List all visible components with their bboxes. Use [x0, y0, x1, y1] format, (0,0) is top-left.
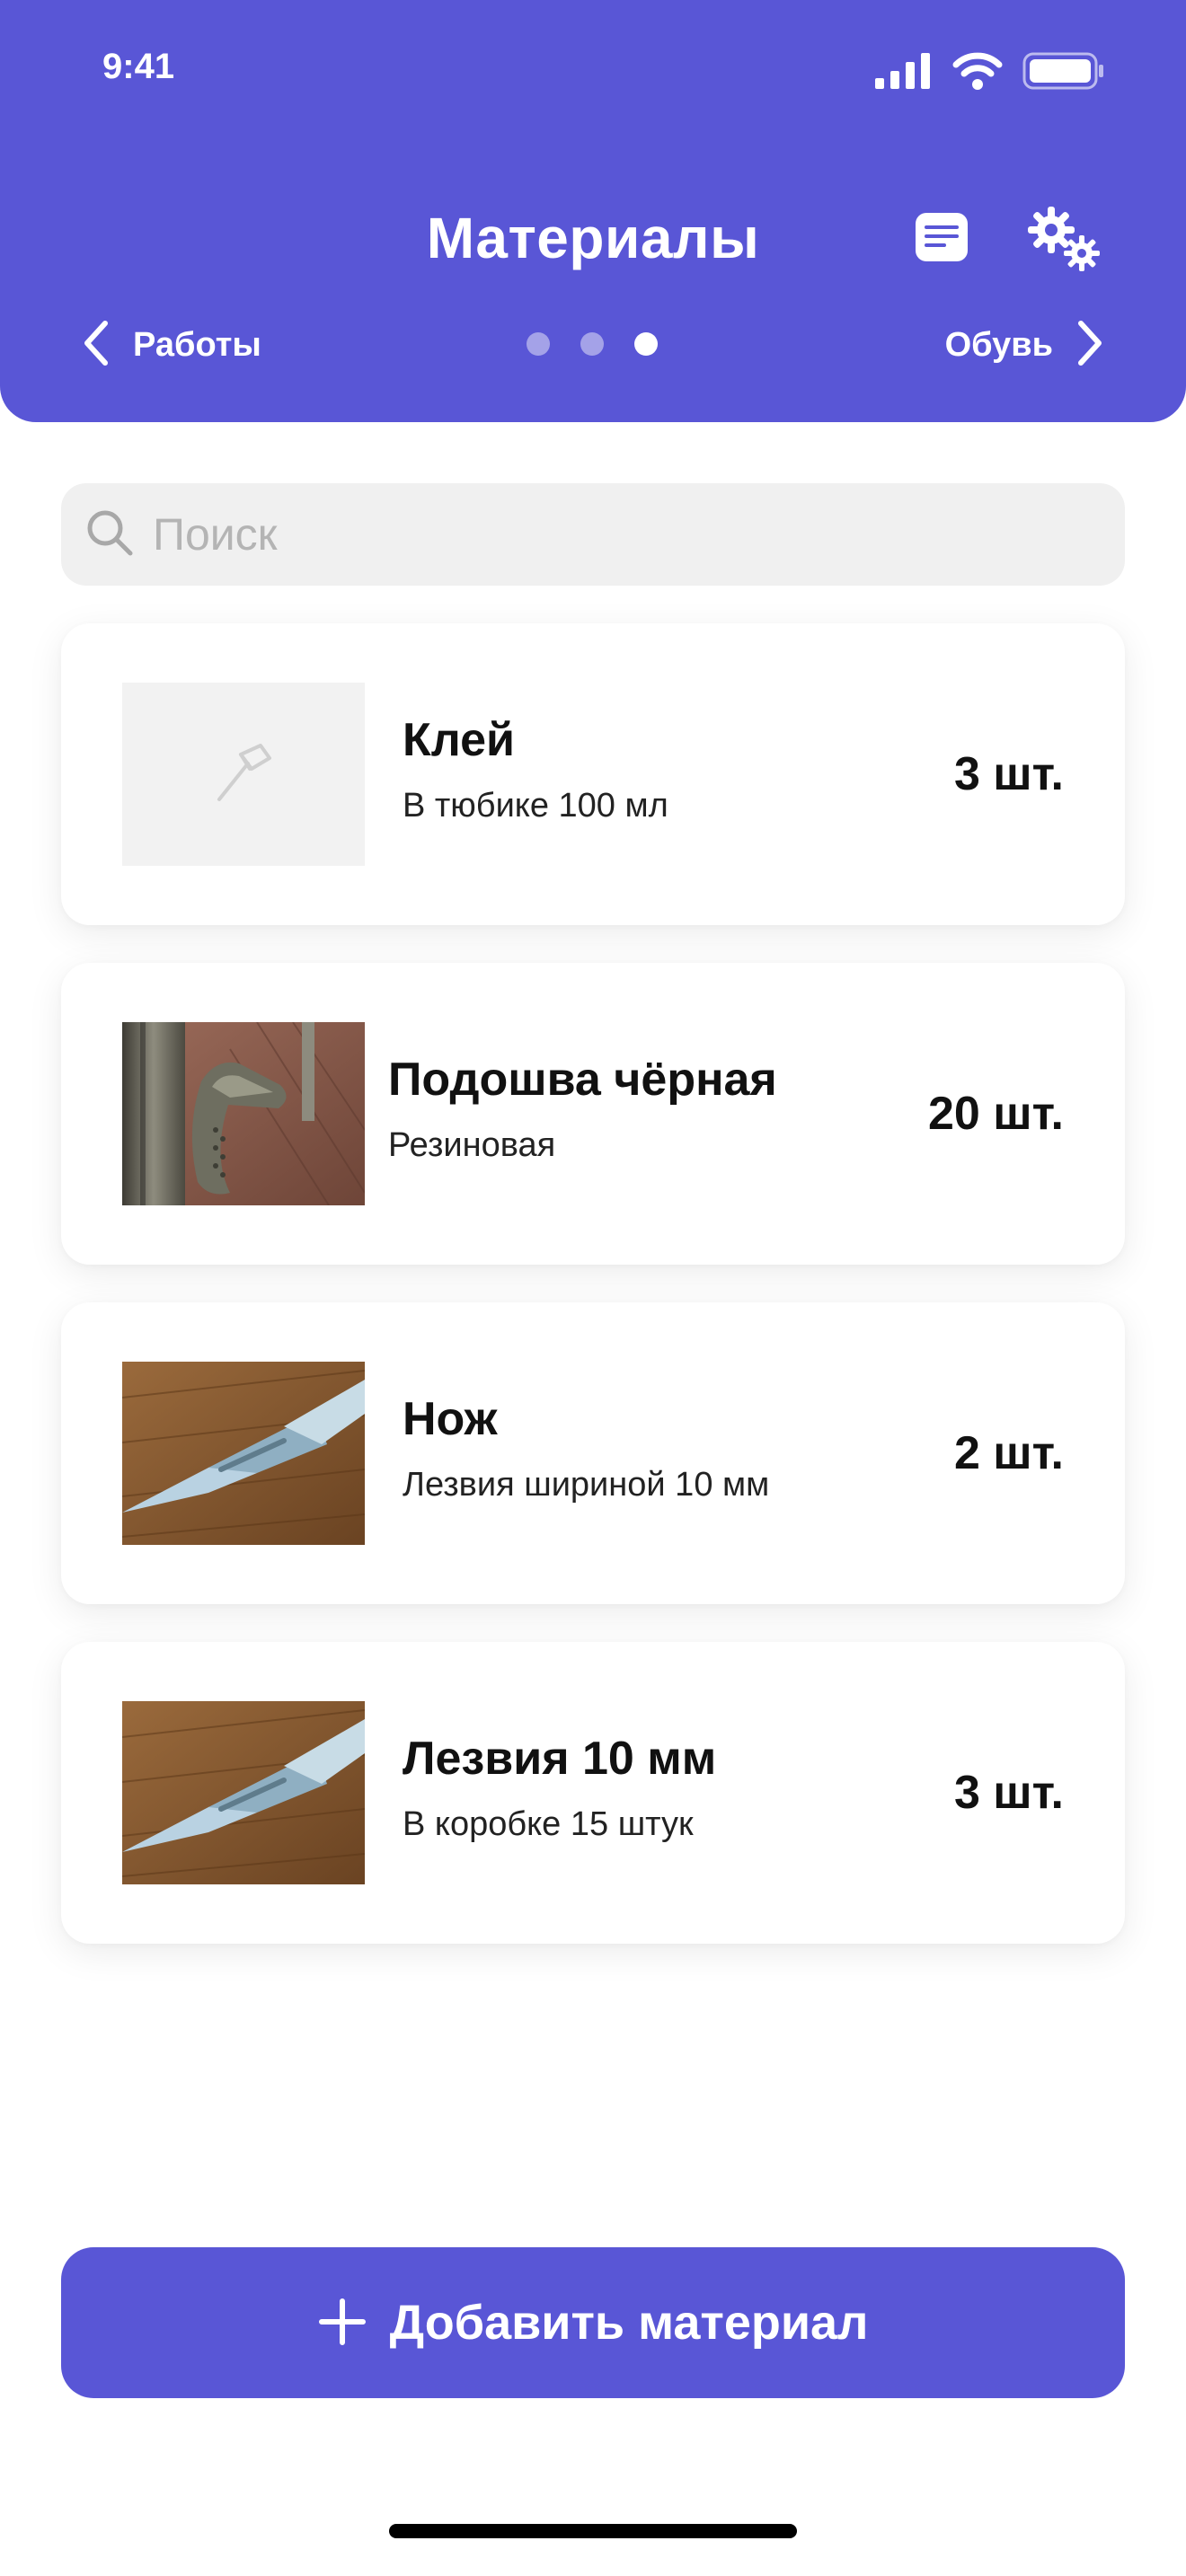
material-card[interactable]: Лезвия 10 мм В коробке 15 штук 3 шт.: [61, 1642, 1125, 1944]
nav-next-label: Обувь: [944, 326, 1053, 364]
wifi-icon: [952, 52, 1003, 94]
status-icons: [875, 52, 1105, 94]
material-subtitle: В тюбике 100 мл: [403, 787, 668, 825]
page-dot-active[interactable]: [634, 332, 658, 356]
add-material-label: Добавить материал: [389, 2296, 869, 2350]
signal-icon: [875, 53, 933, 93]
material-title: Нож: [403, 1393, 498, 1445]
material-image: [122, 1022, 365, 1205]
material-card[interactable]: Нож Лезвия шириной 10 мм 2 шт.: [61, 1302, 1125, 1604]
material-quantity: 20 шт.: [928, 1088, 1064, 1140]
nav-prev-label: Работы: [133, 326, 261, 364]
material-card[interactable]: Подошва чёрная Резиновая 20 шт.: [61, 963, 1125, 1265]
page-indicator: [527, 332, 658, 356]
material-image: [122, 1701, 365, 1884]
search-icon: [84, 507, 135, 562]
material-image: [122, 1362, 365, 1545]
material-title: Подошва чёрная: [388, 1054, 777, 1106]
header-bar: 9:41 Материалы Работы Обувь: [0, 0, 1186, 422]
material-subtitle: Резиновая: [388, 1126, 556, 1164]
status-time: 9:41: [102, 47, 175, 86]
material-quantity: 3 шт.: [953, 1767, 1064, 1819]
material-card[interactable]: Клей В тюбике 100 мл 3 шт.: [61, 623, 1125, 925]
chevron-right-icon: [1076, 320, 1103, 371]
document-list-icon[interactable]: [913, 210, 970, 269]
search-input[interactable]: [153, 508, 1051, 560]
plus-icon: [318, 2298, 367, 2349]
settings-gears-icon[interactable]: [1024, 203, 1105, 279]
material-quantity: 2 шт.: [953, 1427, 1064, 1479]
page-dot[interactable]: [580, 332, 604, 356]
home-indicator[interactable]: [389, 2524, 797, 2538]
add-material-button[interactable]: Добавить материал: [61, 2247, 1125, 2398]
material-image: [122, 683, 365, 866]
material-quantity: 3 шт.: [953, 748, 1064, 800]
battery-icon: [1022, 52, 1105, 94]
nav-next-button[interactable]: Обувь: [945, 320, 1103, 371]
search-bar[interactable]: [61, 483, 1125, 586]
chevron-left-icon: [83, 320, 110, 371]
material-subtitle: Лезвия шириной 10 мм: [403, 1466, 770, 1504]
material-title: Клей: [403, 714, 515, 766]
material-title: Лезвия 10 мм: [403, 1733, 717, 1785]
page-title: Материалы: [426, 206, 760, 270]
page-dot[interactable]: [527, 332, 550, 356]
material-subtitle: В коробке 15 штук: [403, 1805, 694, 1843]
nav-prev-button[interactable]: Работы: [83, 320, 261, 371]
